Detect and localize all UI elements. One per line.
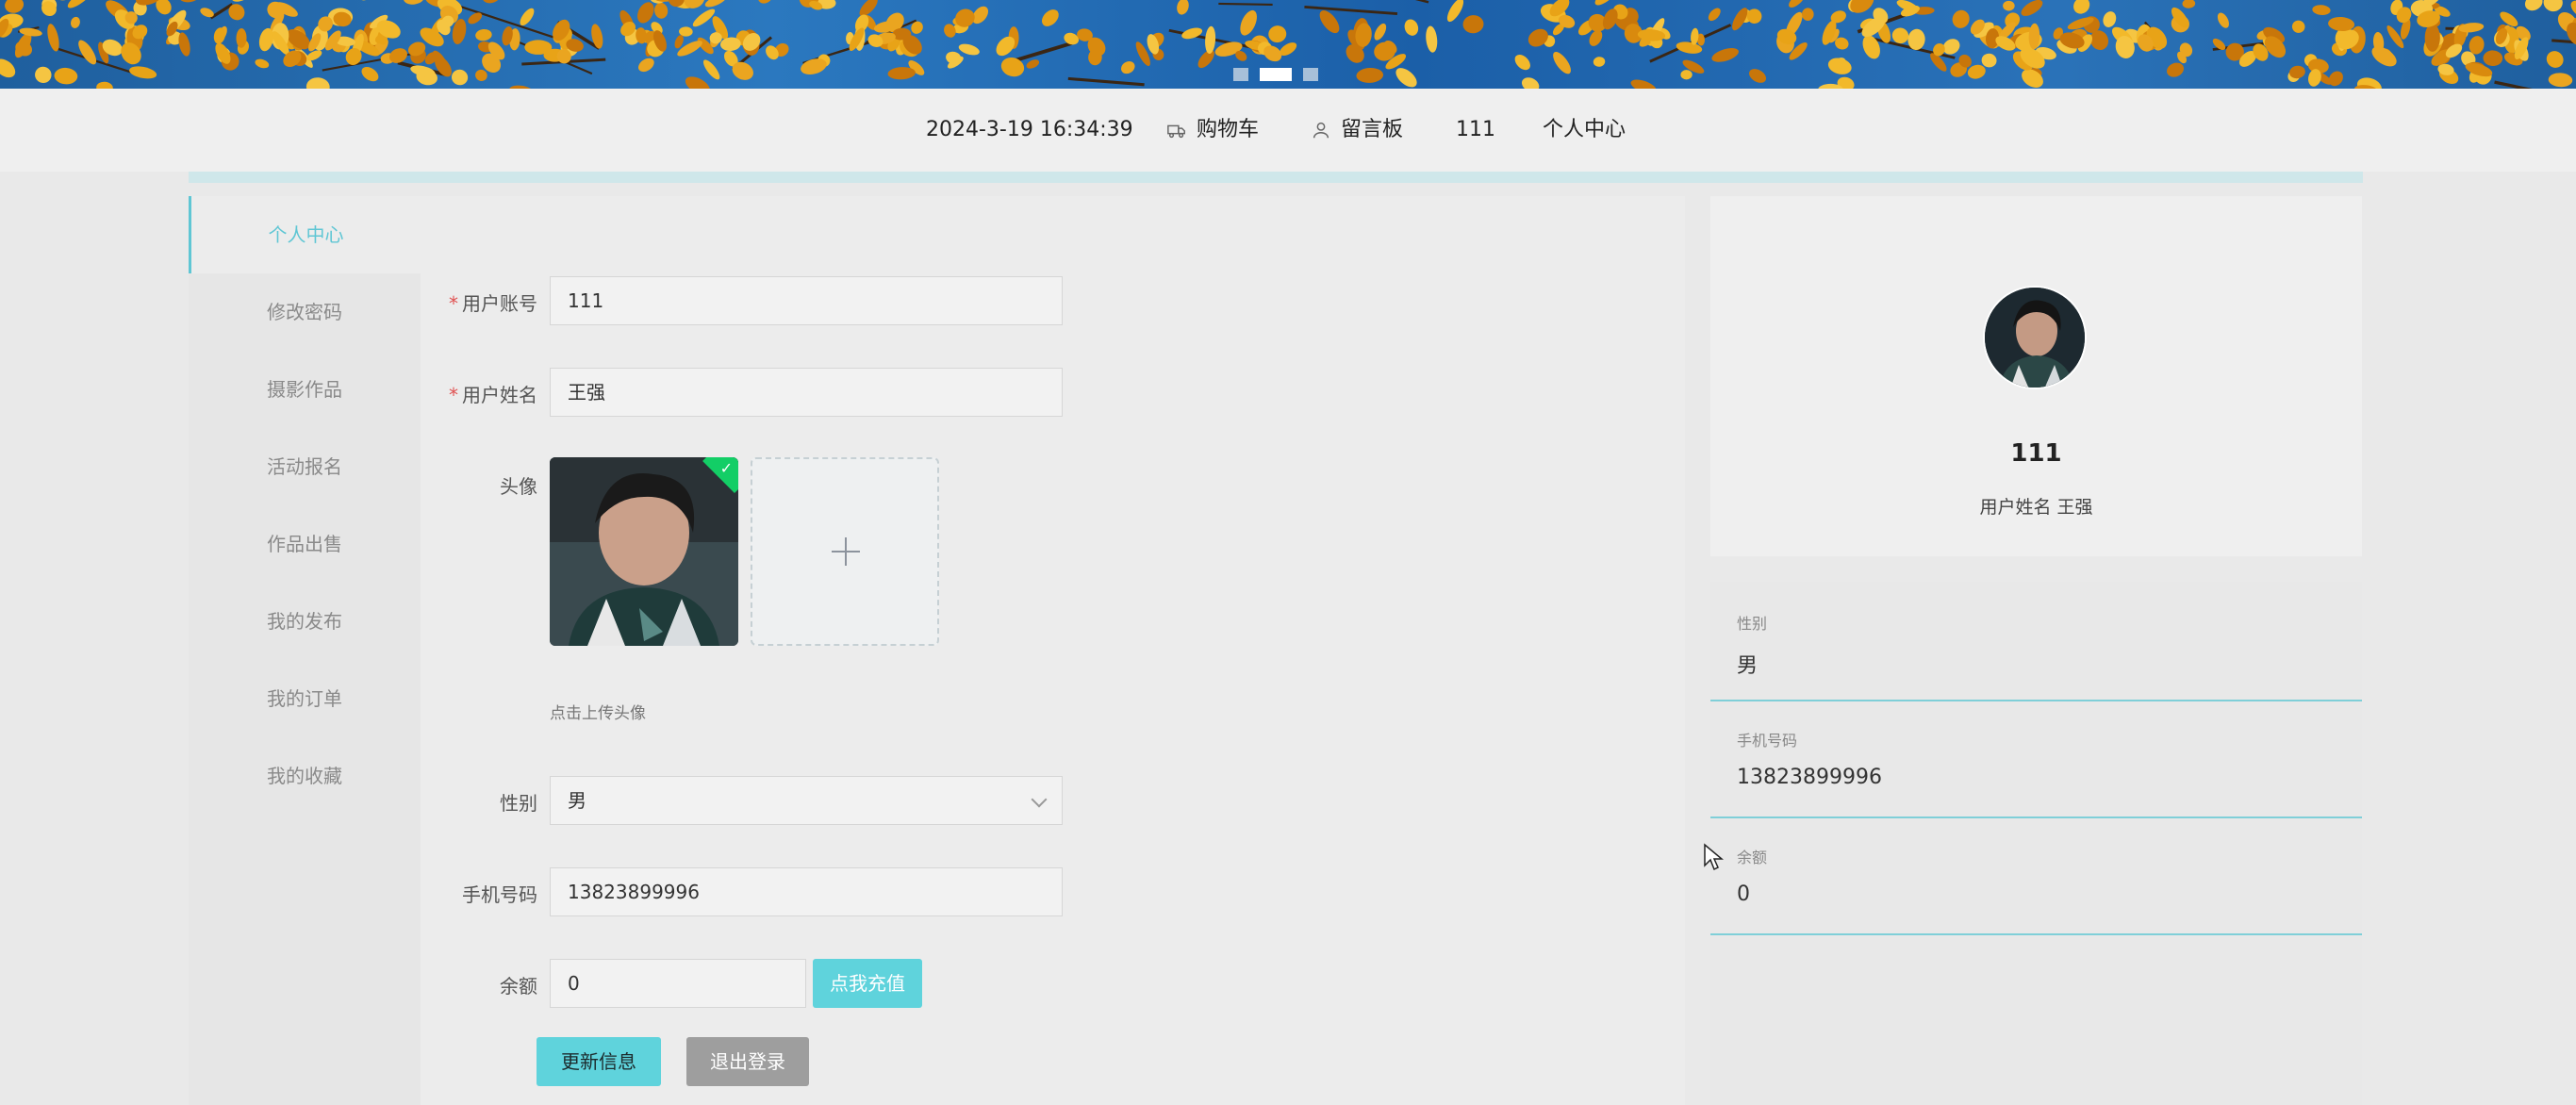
nav-message-board-label: 留言板 [1341, 118, 1404, 141]
info-value: 男 [1737, 654, 1759, 678]
sidebar-item-my-posts[interactable]: 我的发布 [189, 583, 421, 660]
carousel-indicators [1233, 68, 1318, 81]
check-icon: ✓ [719, 459, 733, 477]
account-field[interactable]: 111 [550, 276, 1063, 325]
balance-field[interactable]: 0 [550, 959, 806, 1008]
sidebar-item-label: 作品出售 [267, 533, 342, 555]
avatar-label-text: 头像 [500, 475, 537, 498]
sidebar-item-label: 我的收藏 [267, 765, 342, 787]
datetime-display: 2024-3-19 16:34:39 [926, 89, 1133, 172]
nav-cart[interactable]: 购物车 [1166, 89, 1259, 172]
nav-personal-center-label: 个人中心 [1543, 118, 1627, 141]
name-value: 王强 [568, 381, 605, 404]
nav-cart-label: 购物车 [1197, 118, 1260, 141]
name-label: * 用户姓名 [449, 384, 537, 406]
sidebar-item-photography-works[interactable]: 摄影作品 [189, 351, 421, 428]
sidebar-item-activity-signup[interactable]: 活动报名 [189, 428, 421, 505]
side-menu: 个人中心 修改密码 摄影作品 活动报名 作品出售 我的发布 我的订单 我的收藏 [189, 196, 421, 1105]
account-value: 111 [568, 289, 604, 312]
sidebar-item-label: 摄影作品 [267, 378, 342, 401]
sidebar-item-works-sale[interactable]: 作品出售 [189, 505, 421, 583]
phone-label: 手机号码 [409, 880, 537, 907]
avatar [1983, 286, 2087, 389]
name-field[interactable]: 王强 [550, 368, 1063, 417]
upload-hint: 点击上传头像 [550, 704, 646, 723]
carousel-dot[interactable] [1303, 68, 1318, 81]
sidebar-item-change-password[interactable]: 修改密码 [189, 273, 421, 351]
info-balance: 余额 0 [1710, 818, 2362, 935]
divider-bar [189, 172, 2363, 183]
user-icon [1313, 122, 1329, 139]
banner-carousel[interactable] [0, 0, 2576, 89]
nav-username[interactable]: 111 [1456, 89, 1495, 172]
info-label: 手机号码 [1737, 732, 1798, 750]
plus-icon-vertical [845, 537, 847, 566]
avatar-label: 头像 [409, 471, 537, 499]
phone-value: 13823899996 [568, 881, 700, 903]
profile-username: 111 [2010, 439, 2062, 468]
chevron-down-icon [1031, 791, 1048, 808]
avatar-preview-image[interactable]: ✓ [550, 457, 738, 646]
account-label: * 用户账号 [449, 292, 537, 315]
truck-icon [1167, 124, 1185, 139]
info-label: 余额 [1737, 849, 1768, 866]
sidebar-item-label: 我的订单 [267, 687, 342, 710]
nav-message-board[interactable]: 留言板 [1311, 89, 1403, 172]
balance-label: 余额 [409, 971, 537, 998]
phone-label-text: 手机号码 [462, 883, 537, 906]
recharge-button[interactable]: 点我充值 [813, 959, 922, 1008]
sidebar-item-my-favorites[interactable]: 我的收藏 [189, 737, 421, 815]
gender-label: 性别 [409, 788, 537, 816]
sidebar-item-personal-center[interactable]: 个人中心 [189, 196, 421, 273]
account-label-text: 用户账号 [462, 292, 537, 315]
sidebar-item-label: 我的发布 [267, 610, 342, 633]
carousel-dot-active[interactable] [1260, 68, 1292, 81]
gender-select[interactable]: 男 [550, 776, 1063, 825]
datetime-text: 2024-3-19 16:34:39 [926, 118, 1133, 141]
mouse-cursor-icon [1704, 843, 1724, 871]
sidebar-item-label: 活动报名 [267, 455, 342, 478]
top-nav: 2024-3-19 16:34:39 购物车 留言板 111 个人中心 [0, 89, 2576, 172]
logout-button[interactable]: 退出登录 [686, 1037, 809, 1086]
info-value: 13823899996 [1737, 766, 1882, 789]
portrait-image [1985, 288, 2085, 388]
sidebar-item-label: 修改密码 [267, 301, 342, 323]
avatar-upload-button[interactable] [751, 457, 939, 646]
phone-field[interactable]: 13823899996 [550, 867, 1063, 916]
sidebar-item-my-orders[interactable]: 我的订单 [189, 660, 421, 737]
info-value: 0 [1737, 882, 1750, 906]
name-label-text: 用户姓名 [462, 384, 537, 406]
info-gender: 性别 男 [1710, 585, 2362, 701]
nav-personal-center[interactable]: 个人中心 [1543, 89, 1626, 172]
portrait-image [550, 457, 738, 646]
info-label: 性别 [1737, 615, 1768, 633]
update-info-button[interactable]: 更新信息 [537, 1037, 661, 1086]
sidebar-item-label: 个人中心 [268, 223, 344, 246]
info-phone: 手机号码 13823899996 [1710, 701, 2362, 818]
gender-value: 男 [568, 789, 586, 812]
profile-fullname: 用户姓名 王强 [1979, 497, 2093, 518]
balance-value: 0 [568, 972, 580, 995]
balance-label-text: 余额 [500, 975, 537, 998]
nav-username-text: 111 [1456, 118, 1495, 141]
gender-label-text: 性别 [500, 792, 537, 815]
carousel-dot[interactable] [1233, 68, 1248, 81]
